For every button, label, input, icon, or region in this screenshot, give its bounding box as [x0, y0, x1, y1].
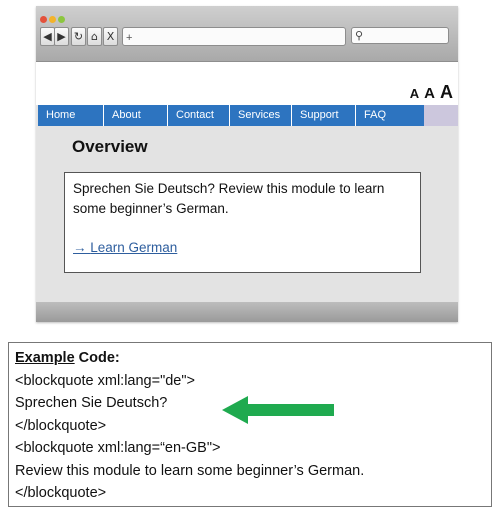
nav-support[interactable]: Support	[292, 105, 356, 126]
learn-german-link[interactable]: → Learn German	[73, 238, 412, 258]
nav-faq[interactable]: FAQ	[356, 105, 424, 126]
maximize-window-button[interactable]	[58, 16, 65, 23]
window-controls	[40, 10, 67, 28]
browser-toolbar: ◀ ▶ ↻ ⌂ X + ⚲	[36, 6, 458, 62]
site-header: AAA	[36, 62, 458, 105]
forward-icon: ▶	[57, 30, 66, 43]
text-size-large-button[interactable]: A	[440, 82, 453, 102]
browser-search-input[interactable]: ⚲	[351, 27, 449, 44]
arrow-right-icon: →	[73, 240, 87, 255]
stop-icon: X	[106, 30, 115, 43]
back-icon: ◀	[43, 30, 52, 43]
example-heading-rest: Code:	[74, 350, 120, 366]
reload-button[interactable]: ↻	[71, 27, 86, 46]
nav-home[interactable]: Home	[38, 105, 104, 126]
text-size-small-button[interactable]: A	[410, 86, 419, 101]
learn-german-label: Learn German	[90, 240, 178, 255]
browser-window: ◀ ▶ ↻ ⌂ X + ⚲ AAA Home About Contact Ser…	[36, 6, 458, 322]
code-line: Review this module to learn some beginne…	[15, 462, 365, 479]
new-tab-icon[interactable]: +	[123, 32, 132, 44]
navigation-spacer	[424, 105, 458, 126]
text-size-controls: AAA	[405, 82, 453, 103]
code-line: <blockquote xml:lang="de">	[15, 372, 195, 389]
nav-services[interactable]: Services	[230, 105, 292, 126]
close-window-button[interactable]	[40, 16, 47, 23]
reload-icon: ↻	[73, 30, 84, 43]
forward-button[interactable]: ▶	[54, 27, 69, 46]
code-line: </blockquote>	[15, 485, 107, 501]
search-icon: ⚲	[355, 30, 364, 42]
browser-status-bar	[36, 302, 458, 322]
nav-about[interactable]: About	[104, 105, 168, 126]
minimize-window-button[interactable]	[49, 16, 56, 23]
module-card: Sprechen Sie Deutsch? Review this module…	[64, 172, 421, 273]
arrow-left-icon	[222, 396, 334, 424]
back-button[interactable]: ◀	[40, 27, 55, 46]
code-line: <blockquote xml:lang=“en-GB">	[15, 440, 221, 456]
home-button[interactable]: ⌂	[87, 27, 102, 46]
example-code-heading: Example Code:	[15, 347, 491, 370]
nav-contact[interactable]: Contact	[168, 105, 230, 126]
page-title: Overview	[72, 137, 148, 156]
text-size-medium-button[interactable]: A	[424, 85, 435, 102]
module-description: Sprechen Sie Deutsch? Review this module…	[73, 181, 385, 216]
address-bar[interactable]: +	[122, 27, 346, 46]
example-heading-emphasis: Example	[15, 350, 75, 366]
example-code-panel: Example Code: <blockquote xml:lang="de">…	[8, 342, 492, 507]
stop-button[interactable]: X	[103, 27, 118, 46]
home-icon: ⌂	[91, 30, 98, 43]
site-navigation: Home About Contact Services Support FAQ	[38, 105, 424, 126]
